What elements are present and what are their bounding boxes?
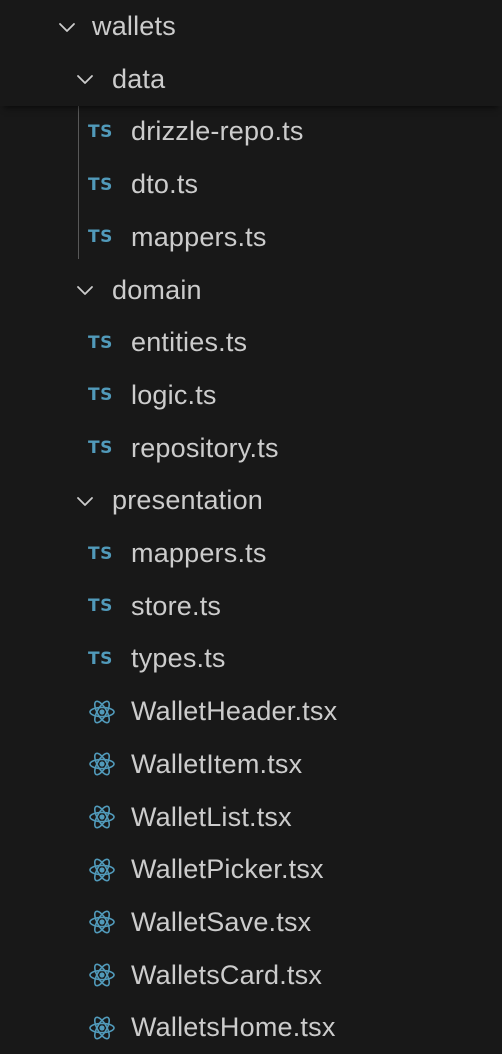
typescript-icon: TS: [88, 227, 113, 248]
tree-item-label: store.ts: [131, 590, 222, 621]
tree-item-label: WalletItem.tsx: [131, 748, 303, 779]
react-icon: [88, 698, 116, 726]
tree-item-label: WalletSave.tsx: [131, 906, 312, 937]
tree-item-label: domain: [112, 274, 202, 305]
tree-item-label: mappers.ts: [131, 221, 267, 252]
tree-item-label: logic.ts: [131, 379, 217, 410]
react-icon: [88, 750, 116, 778]
file-row[interactable]: TS logic.ts: [0, 369, 502, 422]
typescript-icon: TS: [88, 438, 113, 459]
folder-row-root[interactable]: wallets: [0, 0, 502, 53]
tree-item-label: dto.ts: [131, 169, 199, 200]
file-row[interactable]: TS repository.ts: [0, 422, 502, 475]
tree-item-label: WalletsCard.tsx: [131, 959, 323, 990]
file-row[interactable]: WalletList.tsx: [0, 791, 502, 844]
react-icon: [88, 803, 116, 831]
tree-item-label: WalletPicker.tsx: [131, 854, 324, 885]
file-row[interactable]: TS types.ts: [0, 632, 502, 685]
file-row[interactable]: WalletHeader.tsx: [0, 685, 502, 738]
chevron-down-icon[interactable]: [74, 68, 96, 90]
typescript-icon: TS: [88, 596, 113, 617]
file-row[interactable]: WalletsCard.tsx: [0, 949, 502, 1002]
file-row[interactable]: TS dto.ts: [0, 158, 502, 211]
tree-item-label: WalletHeader.tsx: [131, 696, 338, 727]
tree-item-label: types.ts: [131, 643, 226, 674]
file-row[interactable]: TS store.ts: [0, 580, 502, 633]
tree-item-label: wallets: [92, 11, 176, 41]
typescript-icon: TS: [88, 648, 113, 669]
tree-item-label: presentation: [112, 485, 264, 516]
chevron-down-icon[interactable]: [56, 16, 78, 38]
typescript-icon: TS: [88, 543, 113, 564]
typescript-icon: TS: [88, 332, 113, 353]
react-icon: [88, 1014, 116, 1042]
tree-item-label: data: [112, 63, 166, 94]
tree-item-label: WalletList.tsx: [131, 801, 292, 832]
folder-row-presentation[interactable]: presentation: [0, 474, 502, 527]
file-explorer-tree: wallets data TS drizzle-repo.ts TS dto.ts TS ma…: [0, 0, 502, 1052]
file-row[interactable]: WalletItem.tsx: [0, 738, 502, 791]
file-row[interactable]: WalletsHome.tsx: [0, 1001, 502, 1054]
react-icon: [88, 908, 116, 936]
file-row[interactable]: TS drizzle-repo.ts: [0, 105, 502, 158]
file-row[interactable]: TS mappers.ts: [0, 527, 502, 580]
tree-item-label: mappers.ts: [131, 538, 267, 568]
folder-row-data[interactable]: data: [0, 52, 502, 106]
file-row[interactable]: TS mappers.ts: [0, 211, 502, 264]
react-icon: [88, 961, 116, 989]
file-row[interactable]: WalletSave.tsx: [0, 896, 502, 949]
file-row[interactable]: WalletPicker.tsx: [0, 843, 502, 896]
tree-item-label: repository.ts: [131, 432, 279, 463]
tree-item-label: WalletsHome.tsx: [131, 1012, 336, 1043]
typescript-icon: TS: [88, 121, 113, 142]
chevron-down-icon[interactable]: [74, 490, 96, 512]
folder-row-domain[interactable]: domain: [0, 264, 502, 317]
react-icon: [88, 856, 116, 884]
typescript-icon: TS: [88, 385, 113, 406]
chevron-down-icon[interactable]: [74, 279, 96, 301]
tree-item-label: entities.ts: [131, 327, 248, 358]
file-row[interactable]: TS entities.ts: [0, 316, 502, 369]
typescript-icon: TS: [88, 174, 113, 195]
tree-item-label: drizzle-repo.ts: [131, 116, 304, 147]
